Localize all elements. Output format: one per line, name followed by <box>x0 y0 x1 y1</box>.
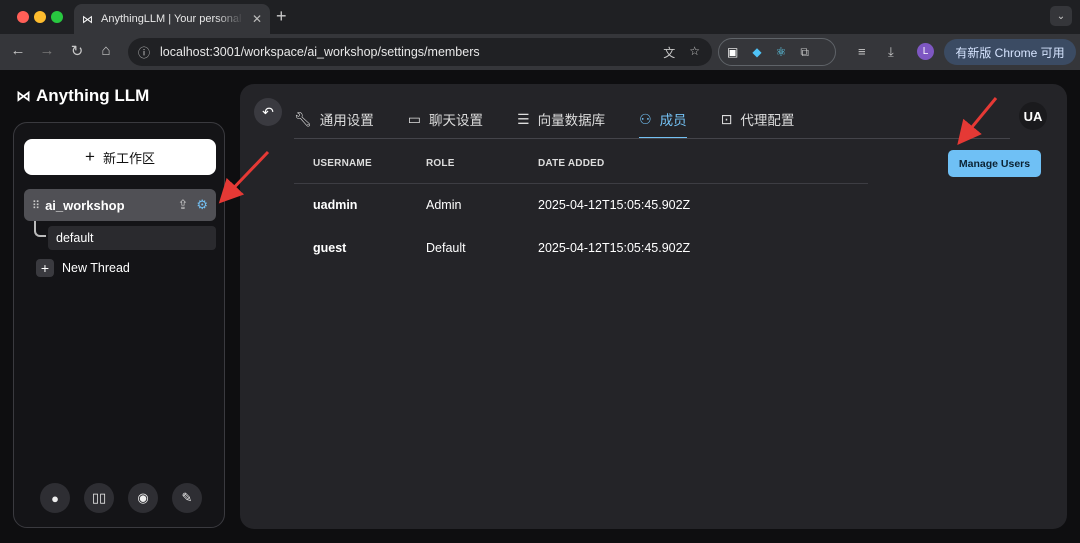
tab-label: 聊天设置 <box>429 113 484 128</box>
chrome-update-button[interactable]: 有新版 Chrome 可用 <box>944 39 1076 65</box>
thread-item-default[interactable]: default <box>48 226 216 250</box>
cell-date-added: 2025-04-12T15:05:45.902Z <box>538 240 691 255</box>
tab-agent[interactable]: ⊡ 代理配置 <box>721 100 795 138</box>
translate-icon[interactable]: 文 <box>663 44 675 61</box>
cell-username: uadmin <box>313 197 358 212</box>
maximize-window-button[interactable] <box>51 11 63 23</box>
docs-book-icon[interactable]: ▯▯ <box>84 483 114 513</box>
gear-icon[interactable]: ⚙ <box>196 197 208 213</box>
robot-icon: ⊡ <box>720 110 733 127</box>
workspace-name: ai_workshop <box>45 197 125 213</box>
react-devtools-icon[interactable]: ⚛ <box>776 45 787 59</box>
anythingllm-app: ⋈ Anything LLM + 新工作区 ⠿ ai_workshop ⇪ ⚙ … <box>0 70 1080 543</box>
thread-connector <box>34 221 46 237</box>
brand-logo: ⋈ Anything LLM <box>16 86 149 106</box>
new-workspace-label: 新工作区 <box>102 150 155 166</box>
user-icon: ⚇ <box>639 110 652 127</box>
forward-arrow-icon[interactable]: → <box>37 42 57 59</box>
tab-label: 代理配置 <box>740 113 795 128</box>
plus-icon: + <box>36 259 54 277</box>
back-arrow-icon[interactable]: ← <box>8 42 28 59</box>
tab-general[interactable]: 🔧︎ 通用设置 <box>294 100 374 138</box>
chat-icon: ▭ <box>407 110 422 127</box>
new-thread-label: New Thread <box>62 261 130 275</box>
brand-name: Anything LLM <box>36 86 150 105</box>
address-bar[interactable]: ⓘ localhost:3001/workspace/ai_workshop/s… <box>128 38 712 66</box>
browser-toolbar: ← → ↻ ⌂ ⓘ localhost:3001/workspace/ai_wo… <box>0 34 1080 70</box>
extensions-group: ▣ ◆ ⚛ ⧉ <box>718 38 836 66</box>
close-tab-icon[interactable]: ✕ <box>252 12 262 26</box>
cell-role: Admin <box>426 197 462 212</box>
manage-users-button[interactable]: Manage Users <box>948 150 1041 177</box>
tab-members[interactable]: ⚇ 成员 <box>639 100 687 139</box>
table-header: USERNAME ROLE DATE ADDED <box>294 158 868 184</box>
anythingllm-logo-icon: ⋈ <box>16 88 31 105</box>
cell-role: Default <box>426 240 466 255</box>
header-username: USERNAME <box>313 158 372 169</box>
profile-avatar[interactable]: L <box>917 43 934 60</box>
downloads-icon[interactable]: ⤓ <box>888 44 894 60</box>
tab-label: 成员 <box>659 113 687 128</box>
workspace-item-ai-workshop[interactable]: ⠿ ai_workshop ⇪ ⚙ <box>24 189 216 221</box>
tab-label: 向量数据库 <box>537 113 606 128</box>
table-row: uadmin Admin 2025-04-12T15:05:45.902Z <box>294 183 868 226</box>
github-icon[interactable]: ● <box>40 483 70 513</box>
user-avatar[interactable]: UA <box>1019 102 1047 130</box>
sidebar-footer: ● ▯▯ ◉ ✎ <box>40 483 202 513</box>
header-role: ROLE <box>426 158 455 169</box>
cell-username: guest <box>313 240 347 255</box>
tab-search-icon[interactable]: ⌄ <box>1050 6 1072 26</box>
undo-arrow-icon: ↶ <box>262 103 274 120</box>
settings-panel: ↶ 🔧︎ 通用设置 ▭ 聊天设置 ☰ 向量数据库 ⚇ 成员 ⊡ 代理配置 UA … <box>240 84 1067 529</box>
close-window-button[interactable] <box>17 11 29 23</box>
new-workspace-button[interactable]: + 新工作区 <box>24 139 216 175</box>
browser-tabstrip: ⋈ AnythingLLM | Your personal AI ✕ + ⌄ <box>0 0 1080 34</box>
anythingllm-tab-icon: ⋈ <box>82 13 93 26</box>
minimize-window-button[interactable] <box>34 11 46 23</box>
wrench-icon[interactable]: ✎ <box>172 483 202 513</box>
header-date-added: DATE ADDED <box>538 158 605 169</box>
tab-vector-db[interactable]: ☰ 向量数据库 <box>517 100 605 138</box>
reload-icon[interactable]: ↻ <box>67 42 87 60</box>
extension-square-icon[interactable]: ▣ <box>727 45 738 59</box>
browser-tab[interactable]: ⋈ AnythingLLM | Your personal AI ✕ <box>74 4 270 34</box>
plus-icon: + <box>85 147 95 166</box>
workspace-sidebar: + 新工作区 ⠿ ai_workshop ⇪ ⚙ default + New T… <box>13 122 225 528</box>
extension-gem-icon[interactable]: ◆ <box>752 45 761 59</box>
cell-date-added: 2025-04-12T15:05:45.902Z <box>538 197 691 212</box>
tab-label: 通用设置 <box>319 113 374 128</box>
url-text[interactable]: localhost:3001/workspace/ai_workshop/set… <box>160 45 480 59</box>
bookmark-star-icon[interactable]: ☆ <box>689 44 700 61</box>
upload-icon[interactable]: ⇪ <box>177 197 188 213</box>
media-controls-icon[interactable]: ≡ <box>858 44 866 59</box>
database-icon: ☰ <box>517 110 530 127</box>
discord-icon[interactable]: ◉ <box>128 483 158 513</box>
new-thread-button[interactable]: + New Thread <box>36 259 130 277</box>
drag-handle-icon[interactable]: ⠿ <box>32 199 40 212</box>
site-info-icon[interactable]: ⓘ <box>138 44 150 61</box>
settings-tabs: 🔧︎ 通用设置 ▭ 聊天设置 ☰ 向量数据库 ⚇ 成员 ⊡ 代理配置 <box>294 100 795 139</box>
puzzle-extensions-icon[interactable]: ⧉ <box>800 45 809 60</box>
tabs-divider <box>294 138 1010 139</box>
members-table: USERNAME ROLE DATE ADDED uadmin Admin 20… <box>294 158 868 269</box>
wrench-icon: 🔧︎ <box>294 110 312 127</box>
table-row: guest Default 2025-04-12T15:05:45.902Z <box>294 226 868 269</box>
back-button[interactable]: ↶ <box>254 98 282 126</box>
tab-title: AnythingLLM | Your personal AI <box>101 13 244 25</box>
home-icon[interactable]: ⌂ <box>96 42 116 59</box>
tab-chat[interactable]: ▭ 聊天设置 <box>408 100 483 138</box>
new-tab-icon[interactable]: + <box>276 6 287 27</box>
